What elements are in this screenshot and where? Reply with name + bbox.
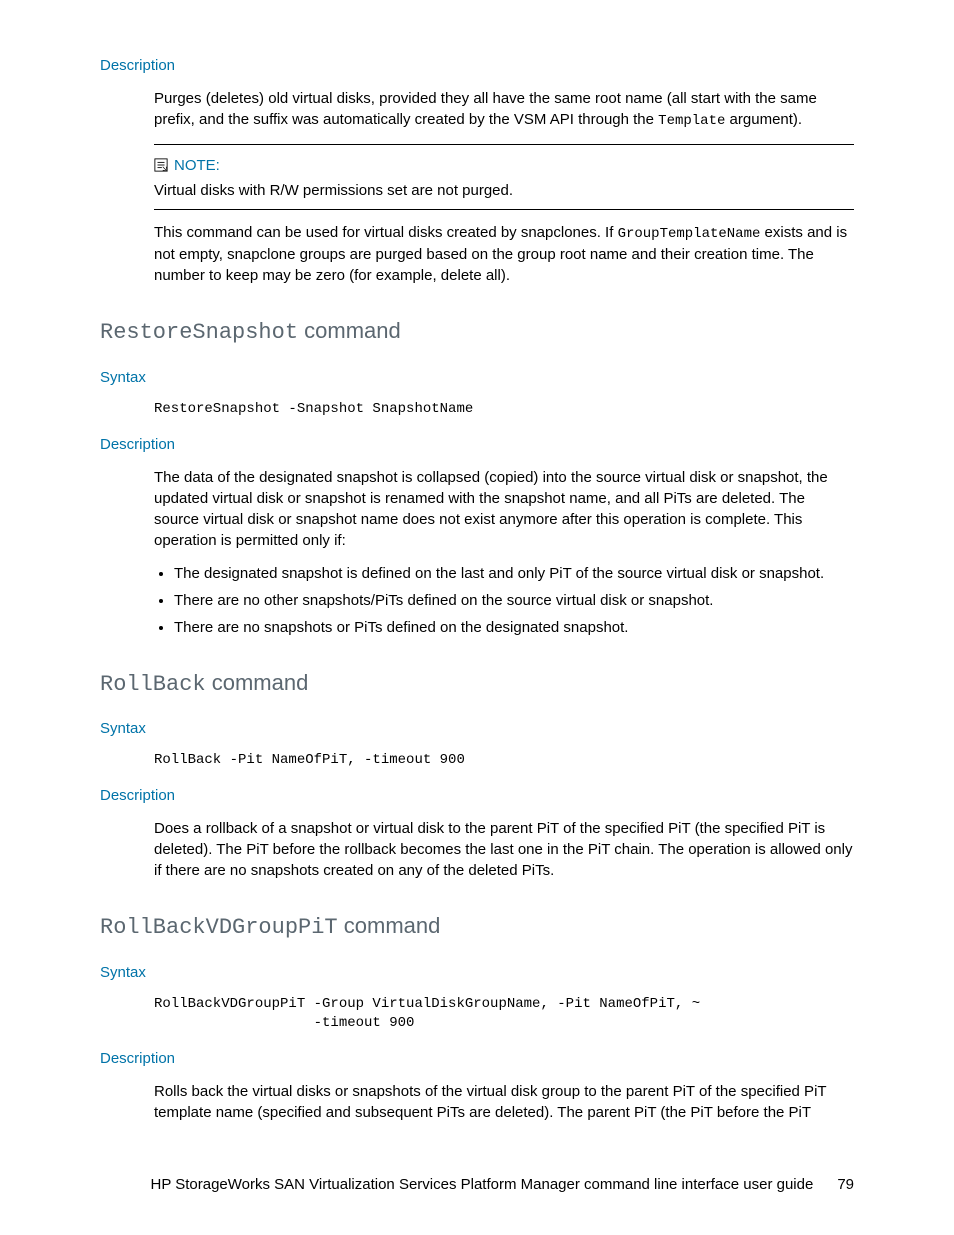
syntax-code: RestoreSnapshot -Snapshot SnapshotName — [154, 400, 854, 420]
note-heading: NOTE: — [154, 155, 854, 176]
inline-code: Template — [658, 113, 725, 129]
restoresnapshot-heading: RestoreSnapshot command — [100, 316, 854, 349]
note-icon — [154, 158, 168, 172]
desc-paragraph-2: This command can be used for virtual dis… — [154, 222, 854, 287]
inline-code: GroupTemplateName — [618, 226, 761, 242]
footer-title: HP StorageWorks SAN Virtualization Servi… — [151, 1176, 814, 1193]
note-rule-bottom — [154, 209, 854, 210]
list-item: There are no other snapshots/PiTs define… — [174, 590, 854, 611]
page-number: 79 — [837, 1174, 854, 1195]
desc-paragraph: The data of the designated snapshot is c… — [154, 467, 854, 551]
syntax-code: RollBackVDGroupPiT -Group VirtualDiskGro… — [154, 995, 854, 1034]
bullet-list: The designated snapshot is defined on th… — [154, 563, 854, 638]
note-text: Virtual disks with R/W permissions set a… — [154, 180, 854, 201]
desc-paragraph-1: Purges (deletes) old virtual disks, prov… — [154, 88, 854, 132]
heading-text: command — [338, 913, 441, 938]
note-rule-top — [154, 144, 854, 145]
note-block: NOTE: Virtual disks with R/W permissions… — [154, 144, 854, 210]
page-footer: HP StorageWorks SAN Virtualization Servi… — [100, 1174, 854, 1195]
desc-paragraph: Does a rollback of a snapshot or virtual… — [154, 818, 854, 881]
heading-text: command — [298, 318, 401, 343]
text-span: argument). — [725, 111, 802, 128]
page-container: Description Purges (deletes) old virtual… — [0, 0, 954, 1235]
rollbackvdgrouppit-heading: RollBackVDGroupPiT command — [100, 911, 854, 944]
syntax-label: Syntax — [100, 367, 854, 388]
heading-code: RestoreSnapshot — [100, 320, 298, 345]
list-item: The designated snapshot is defined on th… — [174, 563, 854, 584]
list-item: There are no snapshots or PiTs defined o… — [174, 617, 854, 638]
description-label: Description — [100, 55, 854, 76]
text-span: This command can be used for virtual dis… — [154, 224, 618, 241]
syntax-label: Syntax — [100, 718, 854, 739]
heading-code: RollBack — [100, 672, 206, 697]
description-label: Description — [100, 785, 854, 806]
heading-code: RollBackVDGroupPiT — [100, 915, 338, 940]
syntax-code: RollBack -Pit NameOfPiT, -timeout 900 — [154, 751, 854, 771]
note-label: NOTE: — [174, 155, 220, 176]
description-label: Description — [100, 434, 854, 455]
heading-text: command — [206, 670, 309, 695]
rollback-heading: RollBack command — [100, 668, 854, 701]
desc-paragraph: Rolls back the virtual disks or snapshot… — [154, 1081, 854, 1123]
syntax-label: Syntax — [100, 962, 854, 983]
description-label: Description — [100, 1048, 854, 1069]
